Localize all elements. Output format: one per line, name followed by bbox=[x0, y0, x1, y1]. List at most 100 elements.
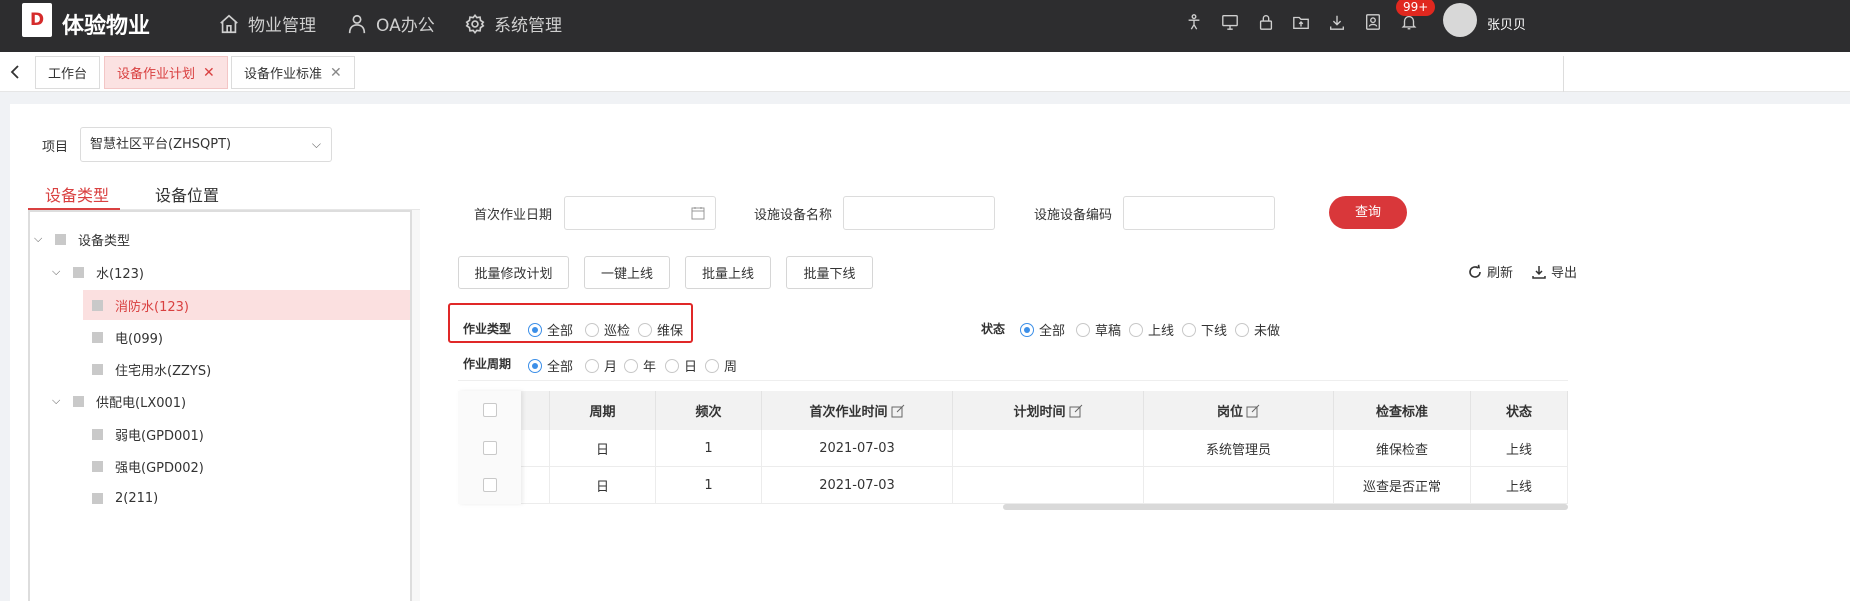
tree-node[interactable]: 住宅用水(ZZYS) bbox=[92, 354, 211, 384]
calendar-icon[interactable] bbox=[691, 206, 705, 220]
radio-work-type-maintenance[interactable]: 维保 bbox=[638, 320, 683, 339]
brand-name: 体验物业 bbox=[62, 14, 151, 39]
tab-equipment-plan[interactable]: 设备作业计划 ✕ bbox=[104, 56, 228, 89]
top-header: D 体验物业 物业管理 OA办公 系统管理 99+ 张贝贝 bbox=[0, 0, 1850, 52]
tree-node[interactable]: 电(099) bbox=[92, 322, 163, 352]
table-cell: 1 bbox=[656, 430, 762, 467]
contact-card-icon[interactable] bbox=[1364, 13, 1382, 31]
radio-status-not-done[interactable]: 未做 bbox=[1235, 320, 1280, 339]
batch-edit-button[interactable]: 批量修改计划 bbox=[458, 256, 569, 289]
tree-scrollbar[interactable] bbox=[410, 210, 420, 601]
tree-node[interactable]: 弱电(GPD001) bbox=[92, 419, 204, 449]
node-icon bbox=[92, 363, 103, 375]
radio-status-all[interactable]: 全部 bbox=[1020, 320, 1065, 339]
export-icon bbox=[1532, 265, 1546, 279]
nav-system-management[interactable]: 系统管理 bbox=[464, 11, 562, 36]
radio-work-type-all[interactable]: 全部 bbox=[528, 320, 573, 339]
col-header-frequency: 频次 bbox=[656, 391, 762, 430]
col-header-plan-time: 计划时间 bbox=[953, 391, 1144, 430]
work-cycle-label: 作业周期 bbox=[463, 357, 512, 371]
edit-icon[interactable] bbox=[1246, 404, 1260, 418]
radio-status-online[interactable]: 上线 bbox=[1129, 320, 1174, 339]
first-date-input[interactable] bbox=[564, 196, 716, 230]
download-icon[interactable] bbox=[1328, 13, 1346, 31]
batch-online-button[interactable]: 批量上线 bbox=[685, 256, 771, 289]
table-cell: 上线 bbox=[1471, 467, 1568, 504]
device-code-input[interactable] bbox=[1123, 196, 1275, 230]
radio-status-offline[interactable]: 下线 bbox=[1182, 320, 1227, 339]
project-label: 项目 bbox=[42, 140, 69, 155]
device-name-input[interactable] bbox=[843, 196, 995, 230]
chevron-down-icon[interactable]: ⌵ bbox=[52, 394, 66, 408]
table-cell: 日 bbox=[550, 430, 656, 467]
chevron-down-icon: ⌵ bbox=[311, 137, 321, 151]
gear-icon bbox=[465, 13, 485, 34]
row-checkbox[interactable] bbox=[483, 441, 497, 455]
tab-device-type[interactable]: 设备类型 bbox=[45, 182, 109, 206]
divider bbox=[458, 380, 1568, 381]
node-icon bbox=[92, 331, 103, 343]
nav-property-management[interactable]: 物业管理 bbox=[218, 11, 316, 36]
row-checkbox[interactable] bbox=[483, 478, 497, 492]
table-cell bbox=[521, 467, 550, 504]
refresh-button[interactable]: 刷新 bbox=[1467, 262, 1513, 281]
horizontal-scrollbar[interactable] bbox=[1003, 504, 1568, 510]
query-button[interactable]: 查询 bbox=[1329, 196, 1407, 229]
select-all-checkbox[interactable] bbox=[483, 403, 497, 417]
export-button[interactable]: 导出 bbox=[1531, 262, 1577, 281]
radio-cycle-year[interactable]: 年 bbox=[624, 356, 656, 375]
node-icon bbox=[73, 266, 84, 278]
node-icon bbox=[92, 492, 103, 504]
table-cell: 2021-07-03 bbox=[762, 430, 953, 467]
tab-equipment-standard[interactable]: 设备作业标准 ✕ bbox=[231, 56, 355, 89]
device-code-label: 设施设备编码 bbox=[1034, 208, 1113, 223]
one-click-online-button[interactable]: 一键上线 bbox=[584, 256, 670, 289]
project-select[interactable]: 智慧社区平台(ZHSQPT) ⌵ bbox=[80, 127, 332, 162]
edit-icon[interactable] bbox=[1069, 404, 1083, 418]
radio-work-type-inspection[interactable]: 巡检 bbox=[585, 320, 630, 339]
col-header-standard: 检查标准 bbox=[1334, 391, 1471, 430]
table-cell bbox=[1144, 467, 1334, 504]
tree-node[interactable]: ⌵ 设备类型 bbox=[34, 224, 410, 254]
monitor-icon[interactable] bbox=[1221, 13, 1239, 31]
radio-cycle-all[interactable]: 全部 bbox=[528, 356, 573, 375]
edit-icon[interactable] bbox=[891, 404, 905, 418]
tree-node[interactable]: 强电(GPD002) bbox=[92, 451, 204, 481]
table-cell: 1 bbox=[656, 467, 762, 504]
nav-oa-office[interactable]: OA办公 bbox=[346, 11, 435, 36]
batch-offline-button[interactable]: 批量下线 bbox=[786, 256, 873, 289]
table-cell: 日 bbox=[550, 467, 656, 504]
folder-upload-icon[interactable] bbox=[1292, 13, 1310, 31]
close-icon[interactable]: ✕ bbox=[203, 65, 215, 81]
device-name-label: 设施设备名称 bbox=[754, 208, 833, 223]
node-icon bbox=[92, 428, 103, 440]
table-cell bbox=[521, 430, 550, 467]
tab-workbench[interactable]: 工作台 bbox=[35, 56, 101, 89]
work-type-label: 作业类型 bbox=[463, 322, 512, 336]
radio-cycle-month[interactable]: 月 bbox=[585, 356, 617, 375]
tab-device-location[interactable]: 设备位置 bbox=[155, 182, 219, 206]
refresh-icon bbox=[1469, 264, 1481, 278]
tree-node[interactable]: 2(211) bbox=[92, 483, 158, 513]
chevron-down-icon[interactable]: ⌵ bbox=[34, 232, 48, 246]
lock-icon[interactable] bbox=[1257, 13, 1275, 31]
avatar[interactable] bbox=[1443, 3, 1477, 37]
chevron-down-icon[interactable]: ⌵ bbox=[52, 265, 66, 279]
accessibility-icon[interactable] bbox=[1185, 13, 1203, 31]
node-icon bbox=[92, 299, 103, 311]
close-icon[interactable]: ✕ bbox=[330, 65, 342, 81]
tree-node[interactable]: ⌵ 供配电(LX001) bbox=[52, 386, 186, 416]
node-icon bbox=[73, 395, 84, 407]
radio-cycle-day[interactable]: 日 bbox=[665, 356, 697, 375]
table-cell bbox=[953, 430, 1144, 467]
radio-status-draft[interactable]: 草稿 bbox=[1076, 320, 1121, 339]
tab-scroll-divider bbox=[1563, 56, 1568, 92]
col-header-first-time: 首次作业时间 bbox=[762, 391, 953, 430]
table-cell: 系统管理员 bbox=[1144, 430, 1334, 467]
tree-node[interactable]: ⌵ 水(123) bbox=[52, 257, 410, 287]
chevron-left-icon[interactable] bbox=[8, 64, 22, 80]
radio-cycle-week[interactable]: 周 bbox=[705, 356, 737, 375]
tree-node-selected[interactable]: 消防水(123) bbox=[83, 290, 410, 320]
username[interactable]: 张贝贝 bbox=[1487, 14, 1526, 33]
table-cell: 维保检查 bbox=[1334, 430, 1471, 467]
